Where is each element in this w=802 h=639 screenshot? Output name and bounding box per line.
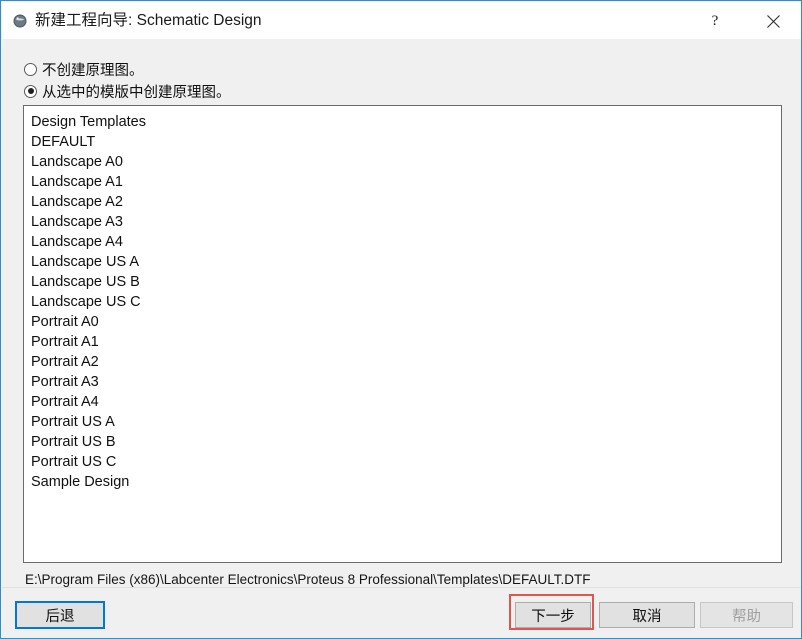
radio-indicator-checked[interactable] — [24, 84, 37, 98]
help-footer-button: 帮助 — [700, 602, 793, 628]
cancel-button-label: 取消 — [632, 608, 662, 625]
list-item[interactable]: Portrait US C — [24, 452, 781, 472]
back-button[interactable]: 后退 — [15, 601, 105, 629]
next-button[interactable]: 下一步 — [515, 602, 591, 628]
list-item[interactable]: Design Templates — [24, 112, 781, 132]
radio-label-no-schematic: 不创建原理图。 — [42, 62, 144, 79]
list-item[interactable]: Landscape US B — [24, 272, 781, 292]
list-item[interactable]: Portrait US B — [24, 432, 781, 452]
list-item[interactable]: Portrait A1 — [24, 332, 781, 352]
template-path-label: E:\Program Files (x86)\Labcenter Electro… — [25, 572, 591, 587]
close-icon — [766, 14, 781, 29]
new-project-wizard-dialog: 新建工程向导: Schematic Design ? 不创建原理图。 从选中的模… — [0, 0, 802, 639]
list-item[interactable]: Portrait A4 — [24, 392, 781, 412]
sphere-icon — [13, 14, 27, 28]
list-item[interactable]: Landscape US C — [24, 292, 781, 312]
list-item[interactable]: Portrait A0 — [24, 312, 781, 332]
radio-no-schematic[interactable]: 不创建原理图。 — [24, 59, 144, 79]
design-templates-list: Design Templates DEFAULT Landscape A0 La… — [24, 106, 781, 492]
list-item[interactable]: Landscape A0 — [24, 152, 781, 172]
help-button[interactable]: ? — [692, 3, 738, 39]
back-button-label: 后退 — [45, 608, 75, 625]
list-item[interactable]: Landscape US A — [24, 252, 781, 272]
title-bar: 新建工程向导: Schematic Design ? — [2, 2, 801, 39]
list-item[interactable]: Sample Design — [24, 472, 781, 492]
list-item[interactable]: Portrait US A — [24, 412, 781, 432]
list-item[interactable]: Landscape A1 — [24, 172, 781, 192]
list-item[interactable]: DEFAULT — [24, 132, 781, 152]
radio-label-from-template: 从选中的模版中创建原理图。 — [42, 84, 231, 101]
close-button[interactable] — [750, 3, 796, 39]
next-button-label: 下一步 — [531, 608, 575, 625]
radio-from-template[interactable]: 从选中的模版中创建原理图。 — [24, 81, 231, 101]
help-footer-button-label: 帮助 — [732, 608, 761, 625]
design-templates-listbox[interactable]: Design Templates DEFAULT Landscape A0 La… — [23, 105, 782, 563]
dialog-footer: 后退 下一步 取消 帮助 — [2, 587, 801, 638]
page-title: 新建工程向导: Schematic Design — [35, 12, 262, 29]
list-item[interactable]: Landscape A3 — [24, 212, 781, 232]
radio-indicator-unchecked[interactable] — [24, 62, 37, 76]
list-item[interactable]: Landscape A2 — [24, 192, 781, 212]
dialog-body: 不创建原理图。 从选中的模版中创建原理图。 Design Templates D… — [2, 39, 801, 587]
list-item[interactable]: Portrait A2 — [24, 352, 781, 372]
cancel-button[interactable]: 取消 — [599, 602, 695, 628]
list-item[interactable]: Portrait A3 — [24, 372, 781, 392]
list-item[interactable]: Landscape A4 — [24, 232, 781, 252]
question-mark-icon: ? — [708, 13, 722, 29]
svg-text:?: ? — [712, 13, 719, 29]
